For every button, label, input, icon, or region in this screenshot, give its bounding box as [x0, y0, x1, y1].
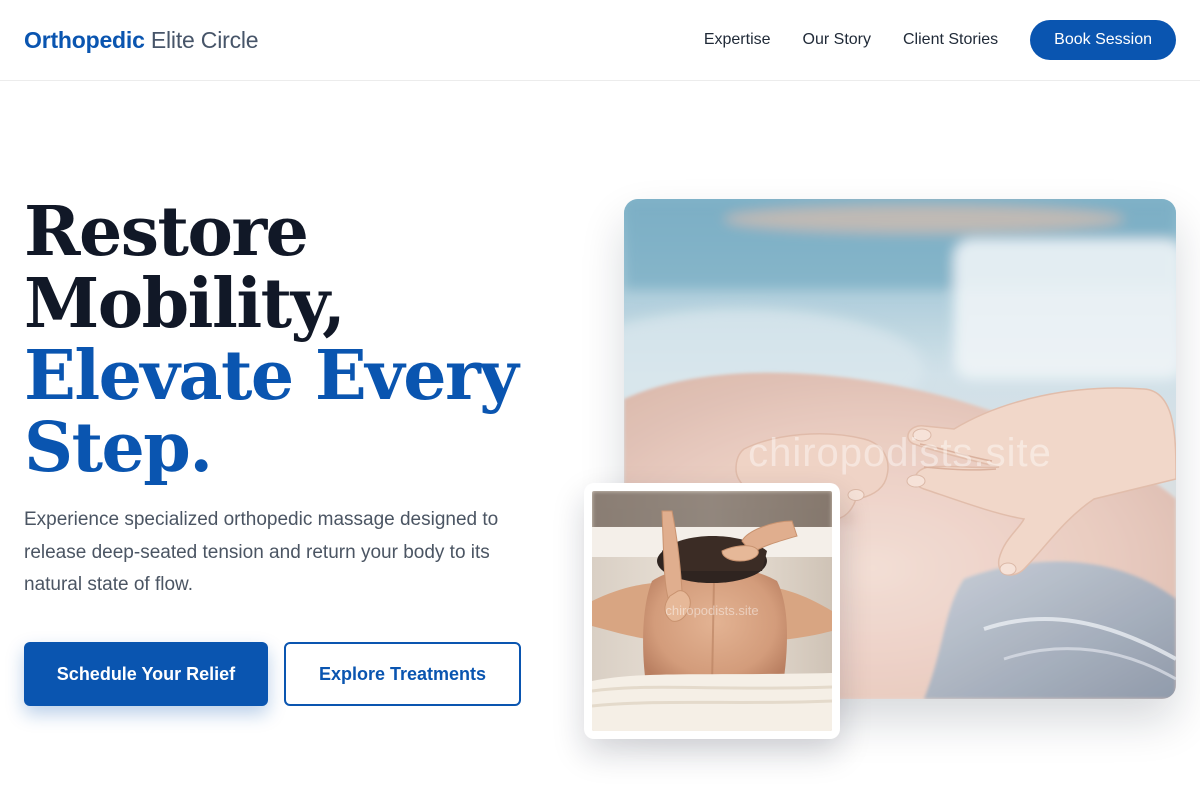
brand-logo[interactable]: Orthopedic Elite Circle — [24, 26, 259, 54]
brand-name-strong: Orthopedic — [24, 26, 145, 53]
book-session-button[interactable]: Book Session — [1030, 20, 1176, 60]
site-header: Orthopedic Elite Circle Expertise Our St… — [0, 0, 1200, 81]
hero-title-line-1: Restore — [24, 192, 309, 272]
main-image-watermark: chiropodists.site — [748, 431, 1052, 475]
back-massage-image: chiropodists.site — [592, 491, 832, 731]
schedule-relief-button[interactable]: Schedule Your Relief — [24, 642, 268, 706]
inset-image-watermark: chiropodists.site — [665, 603, 759, 618]
nav-link-our-story[interactable]: Our Story — [803, 31, 871, 49]
main-nav: Expertise Our Story Client Stories Book … — [704, 20, 1176, 60]
hero-title-line-4: Step. — [24, 408, 213, 488]
hero-title: Restore Mobility, Elevate Every Step. — [24, 196, 584, 484]
inset-image-card: chiropodists.site — [584, 483, 840, 739]
explore-treatments-button[interactable]: Explore Treatments — [284, 642, 521, 706]
hero-title-line-3: Elevate Every — [24, 336, 519, 416]
brand-name-light: Elite Circle — [150, 26, 259, 53]
nav-link-expertise[interactable]: Expertise — [704, 31, 771, 49]
hero-description: Experience specialized orthopedic massag… — [24, 509, 499, 595]
nav-link-client-stories[interactable]: Client Stories — [903, 31, 998, 49]
hero-title-line-2: Mobility, — [24, 264, 346, 344]
